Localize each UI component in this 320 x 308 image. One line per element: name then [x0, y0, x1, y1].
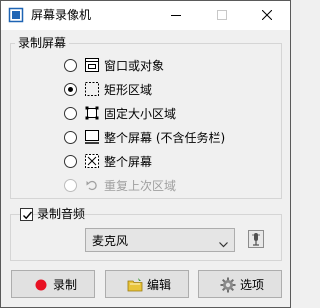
folder-icon	[127, 277, 143, 293]
radio-fixed-size-region[interactable]	[64, 107, 77, 120]
dashed-rect-icon	[85, 82, 99, 96]
fullscreen-icon	[85, 154, 99, 168]
radio-repeat-last-region	[64, 179, 77, 192]
close-button[interactable]	[244, 1, 290, 30]
record-button-label: 录制	[53, 278, 78, 292]
record-audio-label: 录制音频	[37, 207, 86, 221]
minimize-button[interactable]	[153, 1, 199, 30]
options-button-label: 选项	[240, 278, 265, 292]
repeat-icon	[85, 178, 99, 192]
options-button[interactable]: 选项	[198, 270, 282, 298]
record-audio-toggle[interactable]: 录制音频	[20, 206, 85, 222]
app-icon	[8, 7, 24, 23]
edit-button[interactable]: 编辑	[105, 270, 189, 298]
window-title: 屏幕录像机	[31, 8, 92, 22]
option-label: 固定大小区域	[104, 107, 177, 121]
title-bar[interactable]: 屏幕录像机	[1, 1, 290, 30]
fixed-region-icon	[85, 106, 99, 120]
radio-rectangle-region[interactable]	[64, 83, 77, 96]
record-dot-icon	[33, 277, 49, 293]
record-audio-checkbox[interactable]	[20, 208, 33, 221]
option-label: 矩形区域	[104, 83, 153, 97]
radio-screen-no-taskbar[interactable]	[64, 131, 77, 144]
window-icon	[85, 58, 99, 72]
gear-icon	[220, 277, 236, 293]
edit-button-label: 编辑	[147, 278, 172, 292]
record-button[interactable]: 录制	[11, 270, 95, 298]
option-label: 窗口或对象	[104, 59, 165, 73]
option-label: 重复上次区域	[104, 179, 177, 193]
screen-recorder-window: 屏幕录像机 录制屏幕 窗口或对象 矩形区域 固定大小区域 整个屏幕 (不含任务栏…	[0, 0, 291, 308]
radio-window-or-object[interactable]	[64, 59, 77, 72]
audio-settings-button[interactable]	[246, 229, 266, 249]
audio-device-value: 麦克风	[92, 234, 129, 248]
microphone-settings-icon	[248, 230, 264, 248]
option-label: 整个屏幕	[104, 155, 153, 169]
option-label: 整个屏幕 (不含任务栏)	[104, 131, 226, 145]
maximize-button[interactable]	[199, 1, 245, 30]
radio-fullscreen[interactable]	[64, 155, 77, 168]
screen-no-taskbar-icon	[85, 130, 99, 144]
record-screen-group-title: 录制屏幕	[15, 35, 70, 51]
audio-device-select[interactable]: 麦克风	[85, 228, 235, 252]
chevron-down-icon	[219, 237, 228, 251]
